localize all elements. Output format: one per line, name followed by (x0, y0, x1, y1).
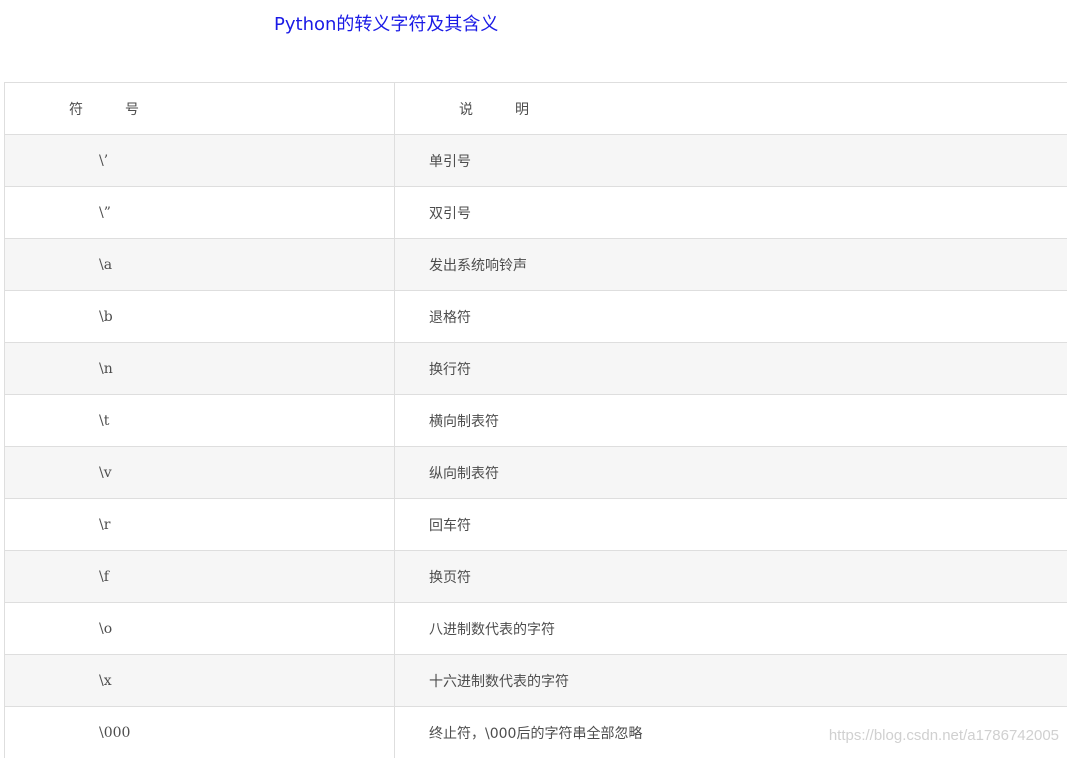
symbol-cell: \x (4, 654, 395, 707)
header-description-label: 说 明 (459, 101, 529, 118)
description-cell: 十六进制数代表的字符 (394, 654, 1067, 707)
description-cell: 发出系统响铃声 (394, 238, 1067, 291)
table-row: \x 十六进制数代表的字符 (4, 654, 1067, 707)
description-cell: 八进制数代表的字符 (394, 602, 1067, 655)
description-cell: 退格符 (394, 290, 1067, 343)
table-row: \v 纵向制表符 (4, 446, 1067, 499)
table-row: \b 退格符 (4, 290, 1067, 343)
symbol-cell: \’ (4, 134, 395, 187)
table-row: \” 双引号 (4, 186, 1067, 239)
description-cell: 换行符 (394, 342, 1067, 395)
watermark: https://blog.csdn.net/a1786742005 (828, 727, 1059, 744)
header-symbol-label: 符 号 (69, 101, 139, 118)
escape-characters-table: 符 号 说 明 \’ 单引号 \” 双引号 \a 发出系统响铃声 \b 退格符 … (4, 82, 1067, 758)
symbol-cell: \” (4, 186, 395, 239)
table-row: \a 发出系统响铃声 (4, 238, 1067, 291)
symbol-cell: \o (4, 602, 395, 655)
symbol-cell: \t (4, 394, 395, 447)
symbol-cell: \a (4, 238, 395, 291)
table-row: \’ 单引号 (4, 134, 1067, 187)
header-symbol: 符 号 (4, 82, 395, 135)
description-cell: 横向制表符 (394, 394, 1067, 447)
description-cell: 纵向制表符 (394, 446, 1067, 499)
table-row: \o 八进制数代表的字符 (4, 602, 1067, 655)
symbol-cell: \v (4, 446, 395, 499)
table-row: \r 回车符 (4, 498, 1067, 551)
table-header-row: 符 号 说 明 (4, 82, 1067, 135)
document-page: Python的转义字符及其含义 符 号 说 明 \’ 单引号 \” 双引号 \a… (0, 0, 1067, 758)
symbol-cell: \r (4, 498, 395, 551)
description-cell: 回车符 (394, 498, 1067, 551)
symbol-cell: \b (4, 290, 395, 343)
table-row: \t 横向制表符 (4, 394, 1067, 447)
description-cell: 换页符 (394, 550, 1067, 603)
page-title: Python的转义字符及其含义 (274, 14, 499, 35)
table-row: \f 换页符 (4, 550, 1067, 603)
table-row: \n 换行符 (4, 342, 1067, 395)
header-description: 说 明 (394, 82, 1067, 135)
description-cell: 单引号 (394, 134, 1067, 187)
symbol-cell: \n (4, 342, 395, 395)
symbol-cell: \f (4, 550, 395, 603)
symbol-cell: \000 (4, 706, 395, 758)
description-cell: 双引号 (394, 186, 1067, 239)
